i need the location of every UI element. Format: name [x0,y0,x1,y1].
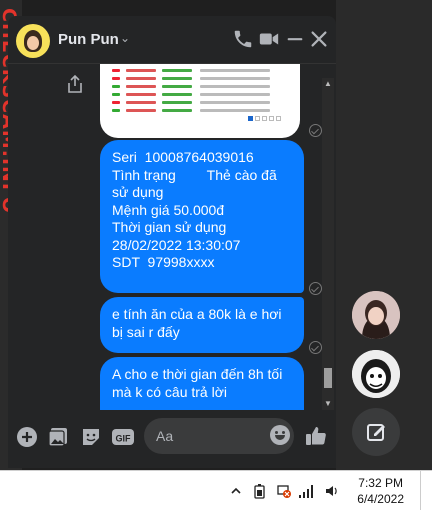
message-bubble[interactable]: Seri 10008764039016 Tình trạng Thẻ cào đ… [100,140,304,293]
volume-icon[interactable] [324,483,340,499]
show-desktop-button[interactable] [420,471,432,510]
taskbar: 7:32 PM 6/4/2022 [0,470,432,510]
network-error-icon[interactable] [276,483,292,499]
message-bubble[interactable]: e tính ăn của a 80k là e hơi bị sai r đấ… [100,297,304,353]
contact-name[interactable]: Pun Pun [58,31,119,48]
desktop-right [336,0,432,470]
message-bubble[interactable]: A cho e thời gian đến 8h tối mà k có câu… [100,357,304,410]
sticker-icon[interactable] [80,426,102,448]
emoji-icon[interactable] [270,425,290,445]
plus-icon[interactable] [16,426,38,448]
image-icon[interactable] [48,426,70,448]
message-input-placeholder: Aa [156,428,174,444]
contact-avatar[interactable] [16,24,50,58]
system-clock[interactable]: 7:32 PM 6/4/2022 [357,475,404,507]
chevron-up-icon[interactable] [230,483,242,499]
chat-head-avatar[interactable] [352,350,400,398]
seen-icon [309,341,322,354]
composer: GIF Aa [8,410,336,468]
scrollbar[interactable]: ▲ ▼ [322,78,334,410]
scroll-up-arrow-icon[interactable]: ▲ [322,78,334,90]
message-input[interactable]: Aa [144,418,294,454]
signal-icon[interactable] [298,483,316,499]
share-icon[interactable] [66,74,84,94]
scroll-down-arrow-icon[interactable]: ▼ [322,398,334,410]
video-icon[interactable] [258,28,280,50]
battery-icon[interactable] [252,483,268,499]
clock-time: 7:32 PM [358,476,403,490]
phone-icon[interactable] [232,28,254,50]
chat-window: Pun Pun ⌄ Seri 10008764039016 Tình trạng… [8,16,336,468]
chat-header[interactable]: Pun Pun ⌄ [8,16,336,64]
close-icon[interactable] [308,28,330,50]
minimize-icon[interactable] [284,28,306,50]
scrollbar-thumb[interactable] [324,368,332,388]
seen-icon [309,124,322,137]
message-list[interactable]: Seri 10008764039016 Tình trạng Thẻ cào đ… [8,64,336,410]
shared-screenshot-image[interactable] [100,64,300,138]
seen-icon [309,282,322,295]
chat-head-avatar[interactable] [352,291,400,339]
thumbs-up-icon[interactable] [304,424,328,448]
clock-date: 6/4/2022 [357,492,404,506]
new-message-button[interactable] [352,408,400,456]
gif-label: GIF [116,434,132,444]
chevron-down-icon[interactable]: ⌄ [120,31,130,45]
edit-icon [367,424,385,441]
gif-icon[interactable]: GIF [112,426,134,448]
